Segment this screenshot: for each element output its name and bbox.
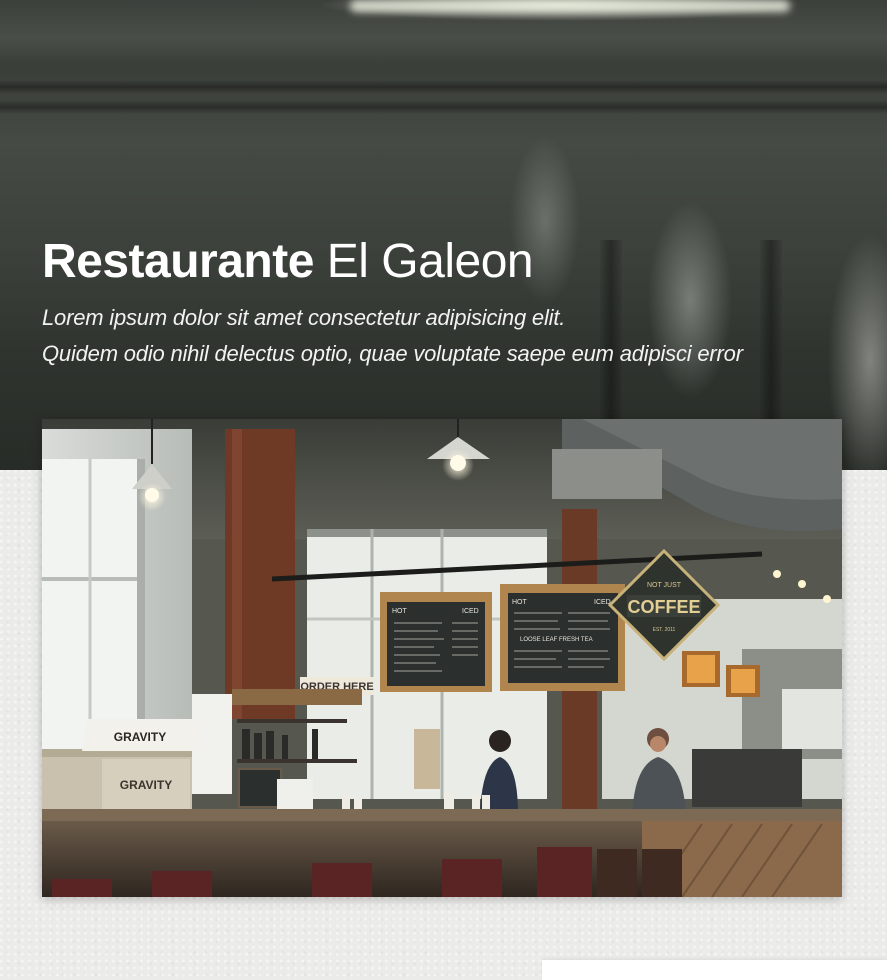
board-right-sub: LOOSE LEAF FRESH TEA xyxy=(520,637,593,643)
hero-ceiling-light xyxy=(350,0,790,12)
cafe-photo: HOT ICED HOT ICED LOOSE LEAF FRESH TEA N xyxy=(42,419,842,897)
content-card xyxy=(542,960,887,980)
coffee-sign-text: COFFEE xyxy=(627,597,700,617)
board-left-head-1: HOT xyxy=(392,608,408,615)
crate-paper-label: GRAVITY xyxy=(114,730,166,744)
title-bold: Restaurante xyxy=(42,235,314,288)
page-title: Restaurante El Galeon xyxy=(42,232,534,292)
hero-beam xyxy=(0,80,887,94)
crate-label: GRAVITY xyxy=(120,778,172,792)
hero-beam xyxy=(0,100,887,114)
board-right-head-1: HOT xyxy=(512,599,528,606)
title-light: El Galeon xyxy=(326,235,534,288)
hero-subtitle: Lorem ipsum dolor sit amet consectetur a… xyxy=(42,300,862,372)
coffee-sign-est: EST. 2011 xyxy=(653,627,676,633)
board-left-head-2: ICED xyxy=(462,608,479,615)
subtitle-line-1: Lorem ipsum dolor sit amet consectetur a… xyxy=(42,305,566,330)
subtitle-line-2: Quidem odio nihil delectus optio, quae v… xyxy=(42,341,743,366)
coffee-sign-top: NOT JUST xyxy=(647,582,682,589)
cafe-illustration: HOT ICED HOT ICED LOOSE LEAF FRESH TEA N xyxy=(42,419,842,897)
